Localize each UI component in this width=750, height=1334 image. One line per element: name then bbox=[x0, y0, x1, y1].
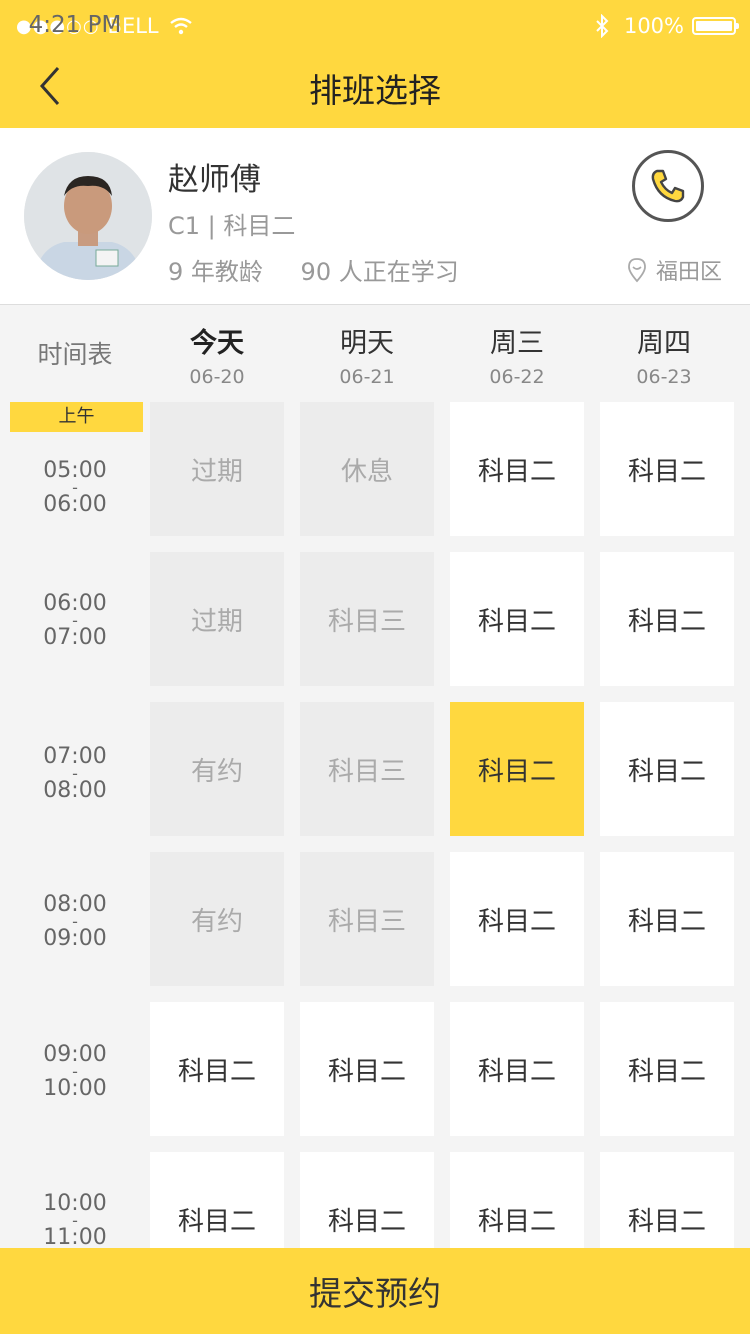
time-end: 10:00 bbox=[43, 1076, 107, 1101]
day-header: 周四 06-23 bbox=[597, 321, 731, 388]
time-end: 06:00 bbox=[43, 492, 107, 517]
slot-cell: 科目三 bbox=[300, 702, 434, 836]
period-badge: 上午 bbox=[10, 402, 143, 432]
slot-cell[interactable]: 科目二 bbox=[600, 852, 734, 986]
day-header: 明天 06-21 bbox=[300, 321, 434, 388]
slot-cell-selected[interactable]: 科目二 bbox=[450, 702, 584, 836]
time-end: 08:00 bbox=[43, 778, 107, 803]
time-slot-label: 10:00-11:00 bbox=[0, 1193, 150, 1249]
battery-percent: 100% bbox=[623, 14, 684, 38]
day-name: 明天 bbox=[340, 328, 394, 359]
slot-cell[interactable]: 科目二 bbox=[300, 1002, 434, 1136]
call-button[interactable] bbox=[632, 150, 704, 222]
schedule-header: 时间表 今天 06-20 明天 06-21 周三 06-22 周四 06-23 bbox=[0, 305, 750, 400]
coach-name: 赵师傅 bbox=[168, 162, 261, 198]
time-slot-label: 07:00-08:00 bbox=[0, 746, 150, 802]
phone-icon bbox=[651, 169, 685, 203]
day-name: 周三 bbox=[490, 328, 544, 359]
top-bar: ●●●○○ BELL 4:21 PM 100% 排班选择 bbox=[0, 0, 750, 128]
slot-cell[interactable]: 科目二 bbox=[450, 1002, 584, 1136]
slot-cell: 科目三 bbox=[300, 552, 434, 686]
day-name: 周四 bbox=[637, 328, 691, 359]
status-time: 4:21 PM bbox=[28, 12, 122, 38]
coach-meta: 9 年教龄 90 人正在学习 bbox=[168, 252, 489, 287]
avatar bbox=[24, 152, 152, 280]
location: 福田区 bbox=[626, 254, 722, 286]
status-bar: ●●●○○ BELL 4:21 PM 100% bbox=[0, 0, 750, 54]
coach-license: C1 | 科目二 bbox=[168, 212, 296, 240]
slot-cell[interactable]: 科目二 bbox=[450, 852, 584, 986]
wifi-icon bbox=[169, 17, 192, 35]
location-pin-icon bbox=[628, 258, 646, 283]
page-title: 排班选择 bbox=[309, 71, 441, 110]
slot-cell[interactable]: 科目二 bbox=[600, 402, 734, 536]
timetable-label: 时间表 bbox=[37, 340, 113, 369]
time-slot-label: 05:00-06:00 bbox=[0, 460, 150, 516]
slot-cell: 休息 bbox=[300, 402, 434, 536]
slot-cell: 有约 bbox=[150, 852, 284, 986]
day-date: 06-22 bbox=[489, 366, 545, 388]
nav-bar: 排班选择 bbox=[0, 54, 750, 128]
district-label: 福田区 bbox=[655, 260, 722, 285]
time-slot-label: 09:00-10:00 bbox=[0, 1044, 150, 1100]
submit-booking-button[interactable]: 提交预约 bbox=[0, 1248, 750, 1334]
slot-cell[interactable]: 科目二 bbox=[600, 702, 734, 836]
day-header: 今天 06-20 bbox=[150, 321, 284, 388]
slot-cell[interactable]: 科目二 bbox=[600, 1002, 734, 1136]
slot-cell: 过期 bbox=[150, 552, 284, 686]
coach-card: 赵师傅 C1 | 科目二 9 年教龄 90 人正在学习 福田区 bbox=[0, 128, 750, 305]
bluetooth-icon bbox=[596, 14, 609, 38]
day-date: 06-21 bbox=[339, 366, 395, 388]
slot-cell[interactable]: 科目二 bbox=[450, 402, 584, 536]
day-header: 周三 06-22 bbox=[450, 321, 584, 388]
slot-cell: 科目三 bbox=[300, 852, 434, 986]
day-name: 今天 bbox=[190, 328, 244, 359]
time-end: 11:00 bbox=[43, 1225, 107, 1250]
time-end: 07:00 bbox=[43, 625, 107, 650]
time-end: 09:00 bbox=[43, 926, 107, 951]
coach-students: 90 人正在学习 bbox=[300, 258, 459, 286]
time-slot-label: 08:00-09:00 bbox=[0, 894, 150, 950]
slot-cell: 过期 bbox=[150, 402, 284, 536]
slot-cell[interactable]: 科目二 bbox=[450, 552, 584, 686]
day-date: 06-20 bbox=[189, 366, 245, 388]
time-slot-label: 06:00-07:00 bbox=[0, 593, 150, 649]
day-date: 06-23 bbox=[636, 366, 692, 388]
coach-photo bbox=[24, 152, 152, 280]
slot-cell: 有约 bbox=[150, 702, 284, 836]
slot-cell[interactable]: 科目二 bbox=[150, 1002, 284, 1136]
coach-experience: 9 年教龄 bbox=[168, 258, 263, 286]
battery-icon bbox=[692, 17, 739, 35]
slot-cell[interactable]: 科目二 bbox=[600, 552, 734, 686]
